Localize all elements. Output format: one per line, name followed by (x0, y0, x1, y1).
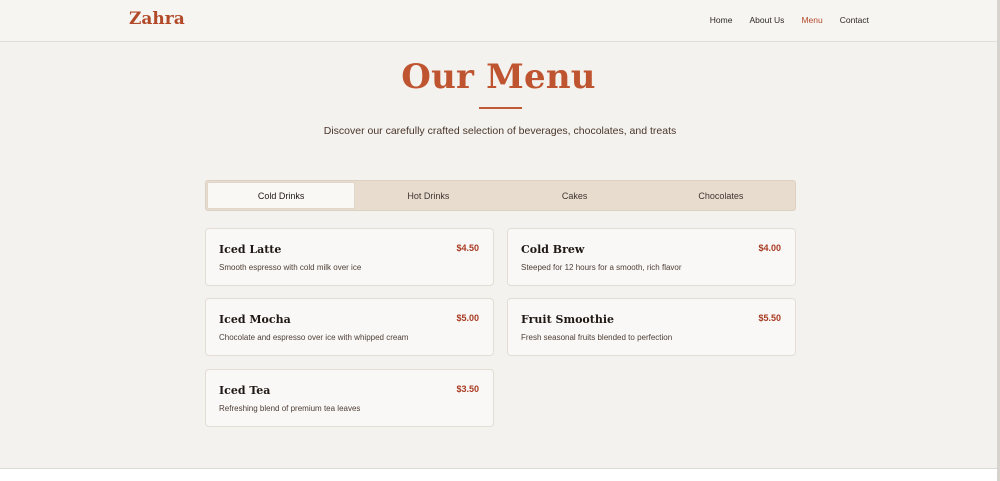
menu-item-price: $5.00 (456, 313, 479, 323)
menu-item-card[interactable]: Fruit Smoothie $5.50 Fresh seasonal frui… (507, 298, 796, 356)
menu-item-card[interactable]: Iced Latte $4.50 Smooth espresso with co… (205, 228, 494, 286)
page: Zahra Home About Us Menu Contact Our Men… (0, 0, 1000, 481)
menu-item-description: Smooth espresso with cold milk over ice (219, 263, 362, 272)
menu-item-card[interactable]: Iced Mocha $5.00 Chocolate and espresso … (205, 298, 494, 356)
menu-item-description: Steeped for 12 hours for a smooth, rich … (521, 263, 682, 272)
tab-chocolates[interactable]: Chocolates (648, 182, 794, 209)
menu-item-name: Cold Brew (521, 243, 585, 256)
menu-item-card[interactable]: Iced Tea $3.50 Refreshing blend of premi… (205, 369, 494, 427)
menu-item-name: Fruit Smoothie (521, 313, 615, 326)
menu-item-name: Iced Latte (219, 243, 282, 256)
nav-about-us[interactable]: About Us (749, 15, 784, 25)
menu-item-price: $3.50 (456, 384, 479, 394)
page-subtitle: Discover our carefully crafted selection… (323, 125, 677, 137)
menu-category-tabs: Cold Drinks Hot Drinks Cakes Chocolates (205, 180, 796, 211)
nav-home[interactable]: Home (710, 15, 733, 25)
header: Zahra Home About Us Menu Contact (0, 0, 997, 42)
menu-item-description: Fresh seasonal fruits blended to perfect… (521, 333, 673, 342)
menu-item-price: $4.00 (758, 243, 781, 253)
menu-item-card[interactable]: Cold Brew $4.00 Steeped for 12 hours for… (507, 228, 796, 286)
tab-cold-drinks[interactable]: Cold Drinks (207, 182, 356, 209)
menu-item-description: Refreshing blend of premium tea leaves (219, 404, 361, 413)
tab-cakes[interactable]: Cakes (502, 182, 648, 209)
menu-item-description: Chocolate and espresso over ice with whi… (219, 333, 409, 342)
menu-item-price: $5.50 (758, 313, 781, 323)
brand-logo[interactable]: Zahra (129, 9, 185, 29)
tab-hot-drinks[interactable]: Hot Drinks (355, 182, 501, 209)
footer (0, 469, 997, 481)
page-title: Our Menu (401, 57, 596, 97)
nav-contact[interactable]: Contact (840, 15, 869, 25)
main-nav: Home About Us Menu Contact (710, 15, 869, 25)
menu-item-name: Iced Mocha (219, 313, 291, 326)
menu-item-name: Iced Tea (219, 384, 271, 397)
nav-menu[interactable]: Menu (801, 15, 822, 25)
menu-item-price: $4.50 (456, 243, 479, 253)
title-underline (479, 107, 522, 109)
